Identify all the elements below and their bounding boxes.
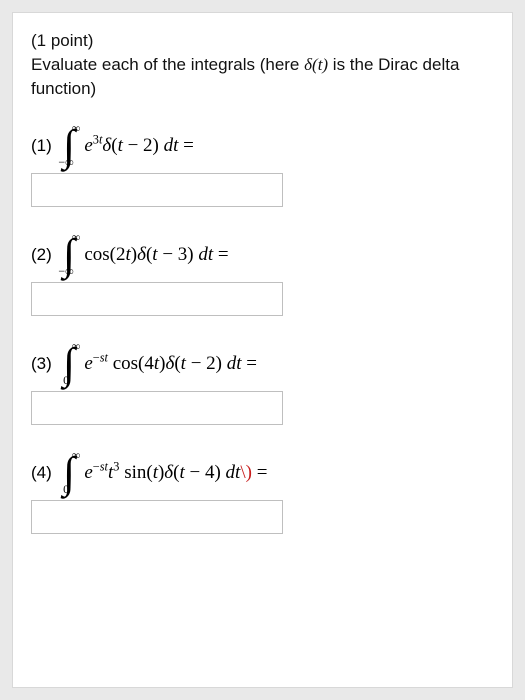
answer-input-4[interactable]: [31, 500, 283, 534]
integrand: e3tδ(t − 2) dt =: [84, 135, 194, 157]
integrand: e−stt3 sin(t)δ(t − 4) dt\) =: [84, 462, 267, 484]
lower-limit: −∞: [58, 267, 73, 276]
answer-input-3[interactable]: [31, 391, 283, 425]
integral-expr: ∞ ∫ 0 e−st cos(4t)δ(t − 2) dt =: [58, 342, 257, 385]
question-panel: (1 point) Evaluate each of the integrals…: [12, 12, 513, 688]
integrand: e−st cos(4t)δ(t − 2) dt =: [84, 353, 257, 375]
problem-2: (2) ∞ ∫ −∞ cos(2t)δ(t − 3) dt =: [31, 233, 494, 316]
problem-label: (1): [31, 136, 52, 156]
problem-label: (2): [31, 245, 52, 265]
integral-icon: ∞ ∫ −∞: [58, 124, 81, 167]
integral-expr: ∞ ∫ 0 e−stt3 sin(t)δ(t − 4) dt\) =: [58, 451, 268, 494]
problem-row: (2) ∞ ∫ −∞ cos(2t)δ(t − 3) dt =: [31, 233, 494, 276]
problem-4: (4) ∞ ∫ 0 e−stt3 sin(t)δ(t − 4) dt\) =: [31, 451, 494, 534]
problem-label: (3): [31, 354, 52, 374]
problem-3: (3) ∞ ∫ 0 e−st cos(4t)δ(t − 2) dt =: [31, 342, 494, 425]
integral-expr: ∞ ∫ −∞ e3tδ(t − 2) dt =: [58, 124, 194, 167]
problem-row: (3) ∞ ∫ 0 e−st cos(4t)δ(t − 2) dt =: [31, 342, 494, 385]
lower-limit: 0: [63, 376, 69, 385]
points-label: (1 point): [31, 31, 93, 50]
lower-limit: 0: [63, 485, 69, 494]
problem-row: (4) ∞ ∫ 0 e−stt3 sin(t)δ(t − 4) dt\) =: [31, 451, 494, 494]
problem-label: (4): [31, 463, 52, 483]
answer-input-2[interactable]: [31, 282, 283, 316]
integral-icon: ∞ ∫ −∞: [58, 233, 81, 276]
intro-block: (1 point) Evaluate each of the integrals…: [31, 29, 494, 100]
problem-row: (1) ∞ ∫ −∞ e3tδ(t − 2) dt =: [31, 124, 494, 167]
integral-expr: ∞ ∫ −∞ cos(2t)δ(t − 3) dt =: [58, 233, 229, 276]
problem-1: (1) ∞ ∫ −∞ e3tδ(t − 2) dt =: [31, 124, 494, 207]
answer-input-1[interactable]: [31, 173, 283, 207]
delta-symbol: δ(t): [304, 55, 328, 74]
integral-icon: ∞ ∫ 0: [58, 451, 81, 494]
integrand: cos(2t)δ(t − 3) dt =: [84, 244, 228, 266]
integral-icon: ∞ ∫ 0: [58, 342, 81, 385]
instruction-text-a: Evaluate each of the integrals (here: [31, 55, 304, 74]
lower-limit: −∞: [58, 158, 73, 167]
